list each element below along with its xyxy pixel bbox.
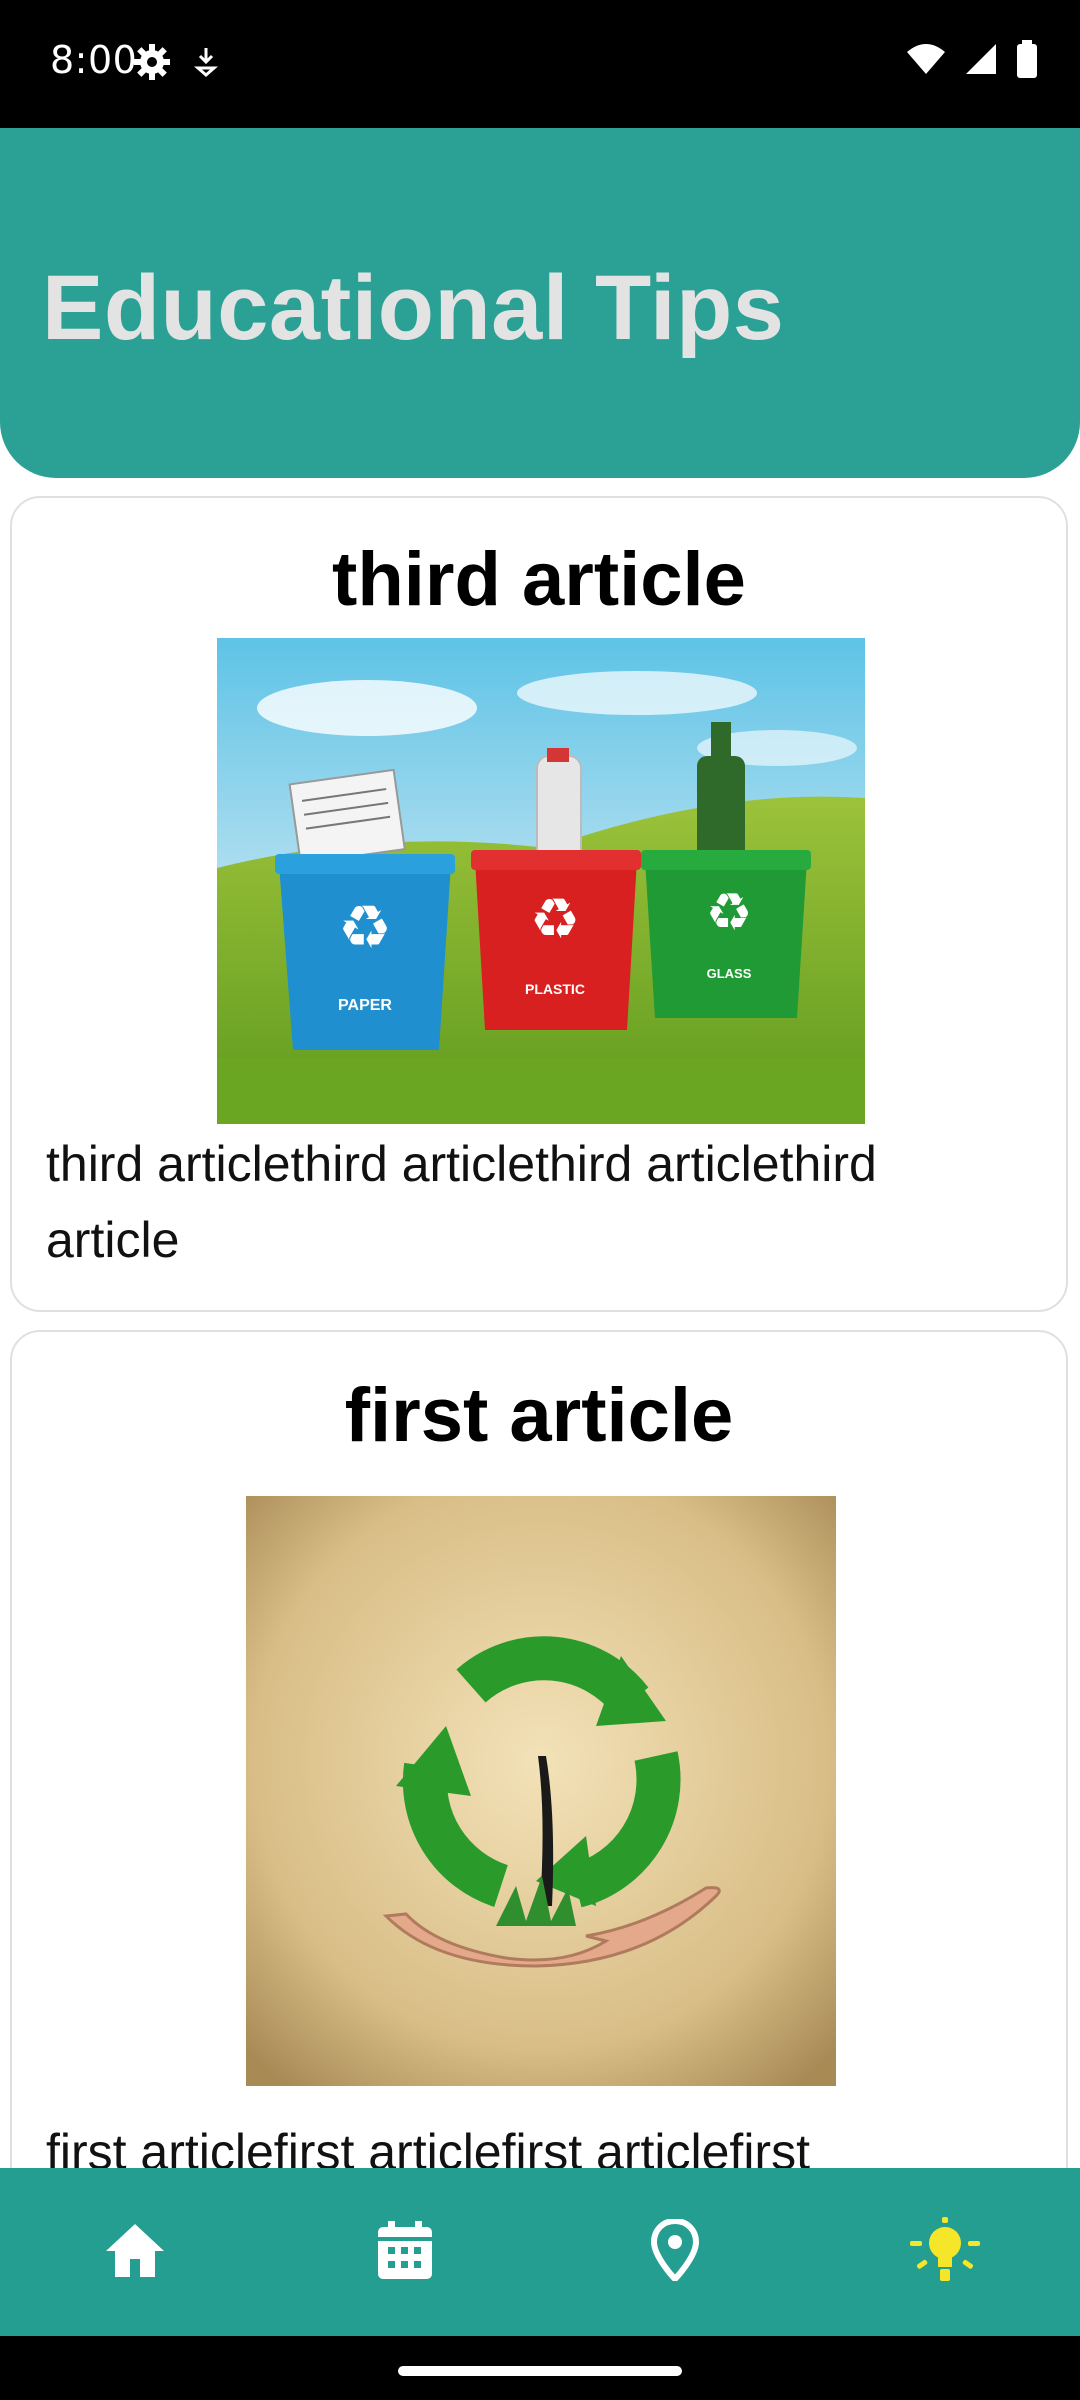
settings-gear-icon — [132, 42, 172, 87]
download-arrow-icon — [192, 46, 220, 83]
battery-icon — [1016, 40, 1038, 83]
nav-tips-button[interactable] — [810, 2168, 1080, 2336]
home-icon — [104, 2221, 166, 2284]
svg-text:♻: ♻ — [338, 893, 392, 963]
article-card[interactable]: third article ♻ PAPER ♻ PLASTIC ♻ GLASS … — [10, 496, 1068, 1312]
article-list[interactable]: third article ♻ PAPER ♻ PLASTIC ♻ GLASS … — [0, 496, 1080, 2168]
article-title: first article — [344, 1373, 734, 1458]
page-header: Educational Tips — [0, 128, 1080, 478]
article-title: third article — [332, 537, 746, 622]
bin-label-paper: PAPER — [338, 997, 392, 1014]
nav-calendar-button[interactable] — [270, 2168, 540, 2336]
article-card[interactable]: first article first articlefirst article… — [10, 1330, 1068, 2168]
system-navigation-bar — [0, 2336, 1080, 2400]
article-body: third articlethird articlethird articlet… — [46, 1136, 877, 1268]
status-right-icons — [906, 40, 1038, 83]
lightbulb-icon — [908, 2216, 982, 2288]
page-title: Educational Tips — [42, 257, 785, 359]
bin-label-glass: GLASS — [707, 966, 752, 981]
bottom-nav — [0, 2168, 1080, 2336]
article-body: first articlefirst articlefirst articlef… — [46, 2124, 810, 2168]
gesture-home-handle[interactable] — [398, 2366, 682, 2376]
signal-icon — [964, 42, 998, 81]
svg-text:♻: ♻ — [706, 883, 753, 943]
status-left-icons — [132, 42, 220, 87]
status-time: 8:00 — [50, 38, 138, 82]
map-pin-icon — [650, 2217, 700, 2286]
bin-label-plastic: PLASTIC — [525, 981, 585, 997]
recycling-bins-image: ♻ PAPER ♻ PLASTIC ♻ GLASS — [217, 638, 865, 1124]
nav-map-button[interactable] — [540, 2168, 810, 2336]
recycle-tree-hand-image — [246, 1496, 836, 2086]
svg-text:♻: ♻ — [530, 887, 580, 952]
nav-home-button[interactable] — [0, 2168, 270, 2336]
calendar-icon — [376, 2219, 434, 2286]
status-bar: 8:00 — [0, 0, 1080, 128]
wifi-icon — [906, 42, 946, 81]
